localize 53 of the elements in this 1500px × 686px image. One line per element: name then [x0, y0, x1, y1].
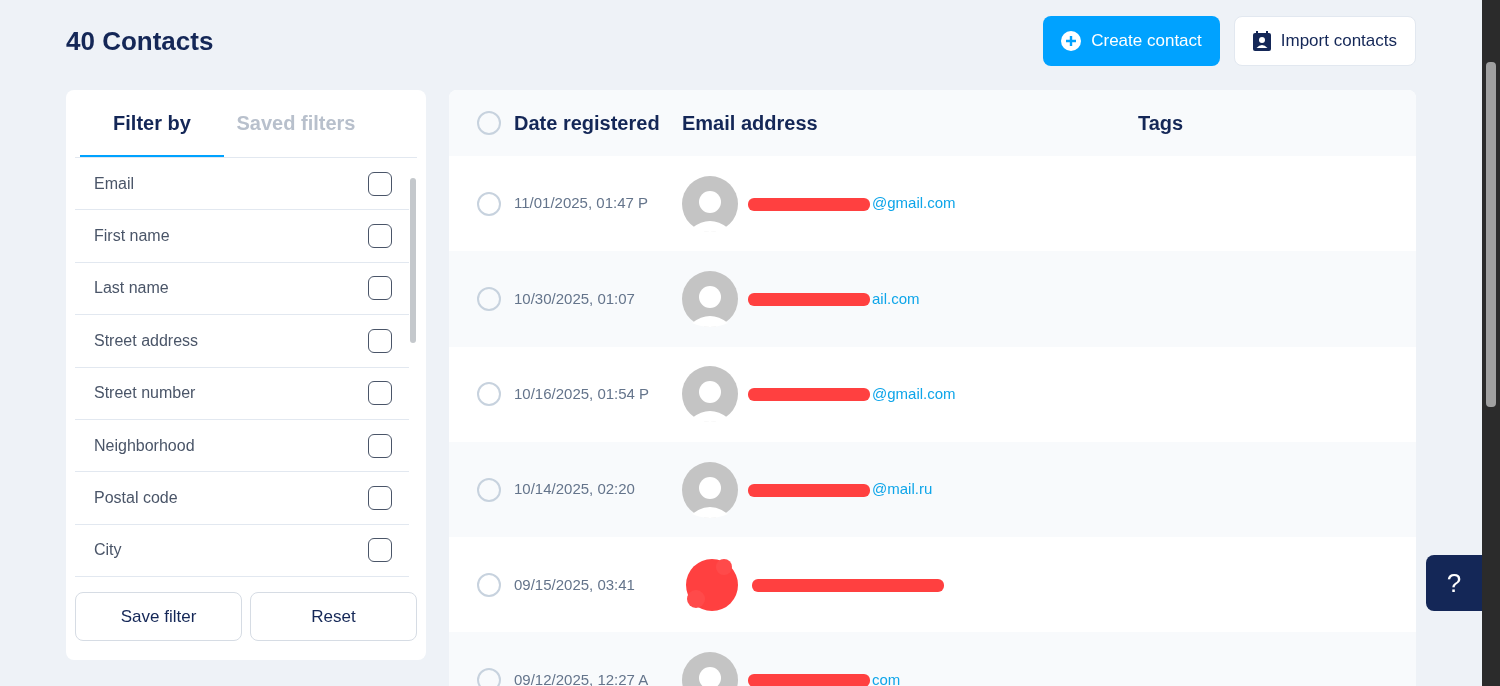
- row-radio[interactable]: [477, 286, 501, 311]
- filter-checkbox[interactable]: [368, 224, 392, 249]
- row-radio[interactable]: [477, 382, 501, 407]
- avatar-icon: [682, 270, 738, 327]
- email-link[interactable]: @gmail.com: [872, 383, 956, 406]
- page-title: 40 Contacts: [66, 24, 214, 58]
- date-cell-text: 10/14/2025, 02:20: [514, 479, 636, 500]
- contact-card-icon: [1252, 31, 1271, 51]
- row-radio[interactable]: [477, 668, 501, 686]
- filter-label: Email: [94, 173, 134, 194]
- create-contact-button[interactable]: Create contact: [1043, 16, 1220, 66]
- email-link[interactable]: @mail.ru: [872, 478, 933, 501]
- filter-tab[interactable]: Saved filters: [224, 90, 368, 157]
- date-cell-text: 10/16/2025, 01:54 P: [514, 384, 651, 404]
- plus-circle-icon: [1061, 31, 1082, 51]
- scrollbar-thumb[interactable]: [410, 178, 416, 343]
- filter-label: City: [94, 540, 122, 561]
- date-cell-text: 09/12/2025, 12:27 A: [514, 669, 650, 686]
- filter-label: Last name: [94, 278, 169, 299]
- row-radio[interactable]: [477, 477, 501, 502]
- date-cell-text: 11/01/2025, 01:47 P: [514, 193, 649, 214]
- filter-checkbox[interactable]: [368, 328, 392, 353]
- scrollbar-thumb[interactable]: [1486, 62, 1496, 407]
- column-header: Tags: [1138, 111, 1184, 136]
- filter-checkbox[interactable]: [368, 381, 392, 406]
- avatar-icon: [682, 461, 738, 518]
- select-all-radio[interactable]: [477, 111, 501, 135]
- filter-label: First name: [94, 226, 170, 247]
- reset-button[interactable]: Reset: [250, 592, 417, 641]
- email-link[interactable]: ail.com: [872, 287, 920, 311]
- avatar-icon: [682, 366, 738, 423]
- column-header: Date registered: [514, 111, 661, 136]
- filter-label: Neighborhood: [94, 435, 195, 456]
- filter-checkbox[interactable]: [368, 433, 392, 458]
- filter-label: Street address: [94, 330, 199, 351]
- row-radio[interactable]: [477, 191, 501, 216]
- help-button[interactable]: ?: [1426, 555, 1482, 611]
- import-contacts-button[interactable]: Import contacts: [1233, 16, 1416, 66]
- save-filter-button[interactable]: Save filter: [75, 592, 242, 641]
- date-cell-text: 10/30/2025, 01:07: [514, 288, 636, 309]
- filter-tab[interactable]: Filter by: [80, 90, 224, 157]
- date-cell-text: 09/15/2025, 03:41: [514, 574, 636, 595]
- email-link[interactable]: com: [872, 668, 901, 686]
- row-radio[interactable]: [477, 572, 501, 597]
- filter-checkbox[interactable]: [368, 538, 392, 563]
- filter-checkbox[interactable]: [368, 486, 392, 511]
- avatar-icon: [682, 175, 738, 232]
- email-link[interactable]: @gmail.com: [872, 192, 956, 215]
- column-header: Email address: [682, 111, 819, 136]
- filter-checkbox[interactable]: [368, 276, 392, 301]
- filter-label: Postal code: [94, 488, 178, 509]
- filter-label: Street number: [94, 383, 196, 404]
- filter-checkbox[interactable]: [368, 171, 392, 196]
